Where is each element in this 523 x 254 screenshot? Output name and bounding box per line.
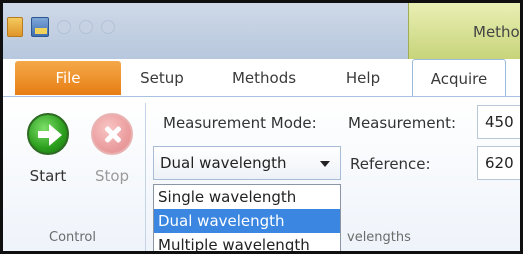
option-single-wavelength[interactable]: Single wavelength bbox=[154, 185, 340, 209]
title-bar: Metho bbox=[3, 3, 520, 59]
start-button[interactable]: Start bbox=[17, 107, 79, 189]
measurement-mode-dropdown: Single wavelength Dual wavelength Multip… bbox=[153, 184, 341, 251]
customize-icon[interactable] bbox=[101, 20, 115, 34]
window-title: Metho bbox=[473, 23, 520, 41]
tab-file[interactable]: File bbox=[15, 61, 121, 95]
measurement-wavelength-label: Measurement: bbox=[348, 114, 457, 132]
app-icon bbox=[7, 17, 23, 37]
tab-setup[interactable]: Setup bbox=[132, 61, 192, 95]
window-icon[interactable] bbox=[31, 17, 49, 37]
group-separator bbox=[145, 103, 146, 251]
measurement-wavelength-field[interactable]: 450 bbox=[477, 105, 520, 139]
reference-wavelength-label: Reference: bbox=[350, 155, 431, 173]
stop-button[interactable]: Stop bbox=[81, 107, 143, 189]
option-multiple-wavelength[interactable]: Multiple wavelength bbox=[154, 233, 340, 251]
option-dual-wavelength[interactable]: Dual wavelength bbox=[154, 209, 340, 233]
undo-icon[interactable] bbox=[57, 20, 71, 34]
measurement-mode-combo[interactable]: Dual wavelength bbox=[153, 146, 341, 180]
start-arrow-icon bbox=[27, 113, 69, 155]
redo-icon[interactable] bbox=[79, 20, 93, 34]
quick-access-toolbar bbox=[7, 17, 115, 37]
measurement-mode-label: Measurement Mode: bbox=[163, 114, 317, 132]
start-label: Start bbox=[29, 167, 67, 185]
wavelengths-group-label: velengths bbox=[347, 230, 411, 245]
tab-help[interactable]: Help bbox=[333, 61, 393, 95]
stop-label: Stop bbox=[94, 167, 130, 185]
tab-methods[interactable]: Methods bbox=[219, 61, 309, 95]
reference-wavelength-field[interactable]: 620 bbox=[477, 146, 520, 180]
stop-x-icon bbox=[91, 113, 133, 155]
measurement-mode-value: Dual wavelength bbox=[160, 154, 287, 172]
tab-acquire[interactable]: Acquire bbox=[412, 59, 506, 97]
control-group-label: Control bbox=[49, 230, 96, 245]
chevron-down-icon[interactable] bbox=[320, 161, 330, 167]
app-window: Metho File Setup Methods Help Acquire St… bbox=[0, 0, 523, 254]
